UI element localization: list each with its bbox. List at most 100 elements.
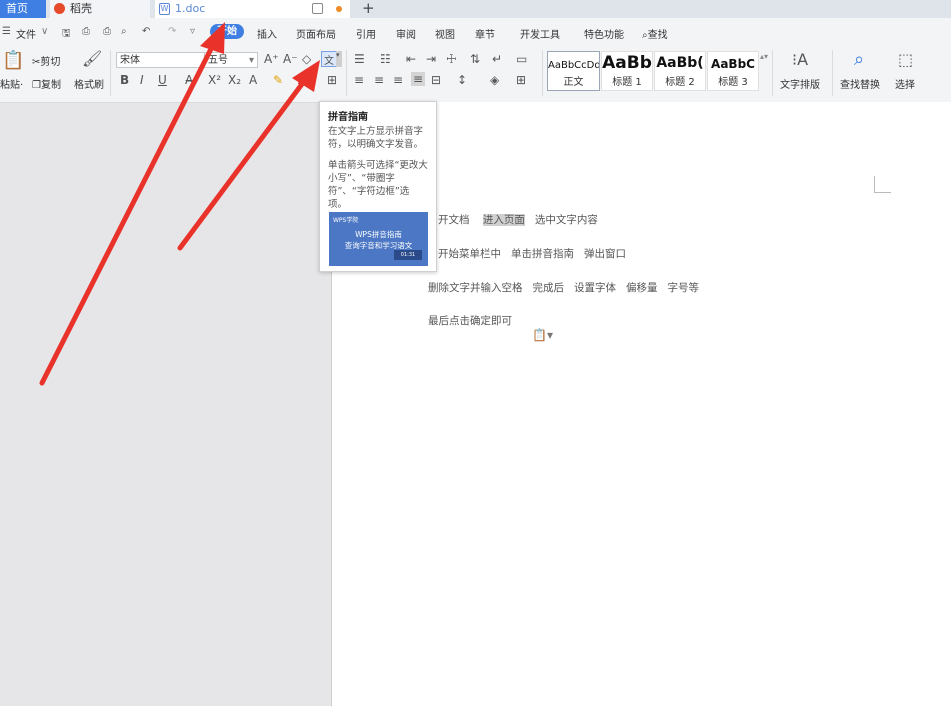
ribbon-toolbar: 📋 粘贴· ✂剪切 ❐复制 🖌 格式刷 宋体 五号 ▾ A⁺ A⁻ ◇ 文 ▾ B… bbox=[0, 46, 951, 103]
doc-line-2[interactable]: 开始菜单栏中 单击拼音指南 弹出窗口 bbox=[438, 246, 626, 261]
tab-home[interactable]: 首页 bbox=[0, 0, 46, 18]
doc-line-1[interactable]: 开文档 进入页面 选中文字内容 bbox=[438, 212, 598, 227]
increase-indent-icon[interactable]: ⇥ bbox=[426, 52, 436, 66]
daoke-icon bbox=[54, 3, 65, 14]
paste-icon[interactable]: 📋 bbox=[2, 50, 24, 71]
search-button[interactable]: ⌕查找 bbox=[642, 26, 668, 41]
sort-icon[interactable]: ⇅ bbox=[470, 52, 480, 66]
paste-chevron-icon: · bbox=[20, 80, 24, 91]
unsaved-dot-icon bbox=[336, 6, 342, 12]
shading-icon[interactable]: ◈ bbox=[490, 73, 499, 87]
menu-review[interactable]: 审阅 bbox=[396, 26, 416, 41]
phonetic-dropdown-icon[interactable]: ▾ bbox=[336, 51, 342, 67]
italic-icon[interactable]: I bbox=[140, 73, 144, 87]
tab-daoke-label: 稻壳 bbox=[70, 2, 92, 15]
align-center-icon[interactable]: ≡ bbox=[374, 73, 384, 87]
menu-layout[interactable]: 页面布局 bbox=[296, 26, 336, 41]
divider bbox=[772, 50, 773, 96]
grow-font-icon[interactable]: A⁺ bbox=[264, 52, 279, 66]
select-icon[interactable]: ⬚ bbox=[898, 50, 913, 69]
underline-icon[interactable]: U bbox=[158, 73, 167, 87]
menu-start[interactable]: 开始 bbox=[210, 24, 244, 39]
new-tab-button[interactable]: + bbox=[362, 0, 375, 17]
menu-special[interactable]: 特色功能 bbox=[584, 26, 624, 41]
text-layout-icon[interactable]: ⁝A bbox=[792, 50, 808, 69]
menu-insert[interactable]: 插入 bbox=[257, 26, 277, 41]
superscript-icon[interactable]: X² bbox=[208, 73, 221, 87]
menu-devtools[interactable]: 开发工具 bbox=[520, 26, 560, 41]
style-name: 标题 2 bbox=[665, 77, 695, 88]
phonetic-guide-tooltip: 拼音指南 在文字上方显示拼音字符，以明确文字发音。 单击箭头可选择“更改大小写”… bbox=[319, 101, 437, 272]
tooltip-title: 拼音指南 bbox=[328, 112, 368, 123]
font-size-select[interactable]: 五号 ▾ bbox=[204, 52, 258, 68]
copy-button[interactable]: ❐复制 bbox=[32, 76, 61, 91]
numbered-list-icon[interactable]: ☷ bbox=[380, 52, 391, 66]
style-heading-3[interactable]: AaBbC 标题 3 bbox=[707, 51, 759, 91]
find-replace-button[interactable]: 查找替换 bbox=[840, 76, 880, 91]
divider bbox=[110, 50, 111, 96]
text-effect-icon[interactable]: A bbox=[249, 73, 257, 87]
paste-button[interactable]: 粘贴· bbox=[0, 76, 23, 91]
subscript-icon[interactable]: X₂ bbox=[228, 73, 241, 87]
menu-bar: ☰ 文件 ∨ 🖫 ⎙ ⎙ ⌕ ↶ ↷ ▿ 开始 插入 页面布局 引用 审阅 视图… bbox=[0, 18, 951, 46]
style-normal[interactable]: AaBbCcDd 正文 bbox=[547, 51, 600, 91]
export-icon[interactable]: ⎙ bbox=[82, 26, 90, 37]
doc-text: 选中文字内容 bbox=[534, 214, 598, 226]
align-right-icon[interactable]: ≡ bbox=[393, 73, 403, 87]
font-color-icon[interactable]: A bbox=[298, 73, 306, 87]
bullet-list-icon[interactable]: ☰ bbox=[354, 52, 365, 66]
preview-icon[interactable]: ⌕ bbox=[121, 26, 127, 37]
borders-icon[interactable]: ⊞ bbox=[516, 73, 526, 87]
customize-icon[interactable]: ▿ bbox=[190, 26, 195, 37]
print-icon[interactable]: ⎙ bbox=[103, 26, 111, 37]
cut-button[interactable]: ✂剪切 bbox=[32, 53, 60, 68]
menu-references[interactable]: 引用 bbox=[356, 26, 376, 41]
bold-icon[interactable]: B bbox=[120, 73, 129, 87]
format-painter-icon[interactable]: 🖌 bbox=[82, 49, 102, 68]
pin-icon[interactable] bbox=[312, 3, 323, 14]
doc-line-4[interactable]: 最后点击确定即可 bbox=[428, 313, 512, 328]
style-sample: AaBbC bbox=[711, 57, 755, 71]
paste-options-icon[interactable]: 📋▾ bbox=[532, 328, 553, 342]
justify-icon[interactable]: ≡ bbox=[411, 72, 425, 86]
align-left-icon[interactable]: ≡ bbox=[354, 73, 364, 87]
shrink-font-icon[interactable]: A⁻ bbox=[283, 52, 298, 66]
menu-view[interactable]: 视图 bbox=[435, 26, 455, 41]
style-heading-1[interactable]: AaBb 标题 1 bbox=[601, 51, 653, 91]
word-doc-icon: W bbox=[159, 3, 170, 15]
margin-corner-mark bbox=[874, 176, 891, 193]
wps-college-logo: WPS学院 bbox=[333, 217, 359, 224]
doc-text: 开文档 bbox=[438, 214, 470, 226]
character-border-icon[interactable]: ⊞ bbox=[327, 73, 337, 87]
highlight-icon[interactable]: ✎ bbox=[273, 73, 283, 87]
menu-section[interactable]: 章节 bbox=[475, 26, 495, 41]
strikethrough-icon[interactable]: A̶ bbox=[185, 73, 193, 87]
format-painter-button[interactable]: 格式刷 bbox=[74, 76, 104, 91]
find-replace-icon[interactable]: ⌕ bbox=[854, 49, 864, 70]
save-icon[interactable]: 🖫 bbox=[62, 26, 71, 43]
doc-line-3[interactable]: 删除文字并输入空格 完成后 设置字体 偏移量 字号等 bbox=[428, 280, 699, 295]
tab-home-label: 首页 bbox=[6, 2, 28, 15]
style-sample: AaBb bbox=[602, 53, 652, 73]
table-border-icon[interactable]: ▭ bbox=[516, 52, 527, 66]
select-button[interactable]: 选择 bbox=[895, 76, 915, 91]
redo-icon[interactable]: ↷ bbox=[168, 26, 176, 37]
tab-daoke[interactable]: 稻壳 bbox=[50, 0, 150, 18]
undo-icon[interactable]: ↶ bbox=[142, 26, 150, 37]
chevron-down-icon[interactable]: ∨ bbox=[41, 26, 48, 37]
thumbnail-duration: 01:31 bbox=[394, 250, 422, 260]
style-heading-2[interactable]: AaBb( 标题 2 bbox=[654, 51, 706, 91]
chinese-layout-icon[interactable]: ☩ bbox=[446, 52, 457, 66]
styles-scroll-icon[interactable]: ▴▾ bbox=[760, 52, 768, 61]
distribute-icon[interactable]: ⊟ bbox=[431, 73, 441, 87]
line-spacing-icon[interactable]: ↕ bbox=[457, 73, 467, 87]
font-name-value: 宋体 bbox=[120, 55, 140, 66]
decrease-indent-icon[interactable]: ⇤ bbox=[406, 52, 416, 66]
menu-file[interactable]: 文件 bbox=[16, 26, 36, 41]
clear-format-icon[interactable]: ◇ bbox=[302, 52, 311, 66]
hamburger-icon[interactable]: ☰ bbox=[2, 26, 11, 37]
show-marks-icon[interactable]: ↵ bbox=[492, 52, 502, 66]
phonetic-guide-icon[interactable]: 文 bbox=[321, 51, 337, 67]
text-layout-button[interactable]: 文字排版 bbox=[780, 76, 820, 91]
tooltip-video-thumbnail[interactable]: WPS学院 WPS拼音指南 查询字音和学习语文 01:31 bbox=[329, 212, 428, 266]
